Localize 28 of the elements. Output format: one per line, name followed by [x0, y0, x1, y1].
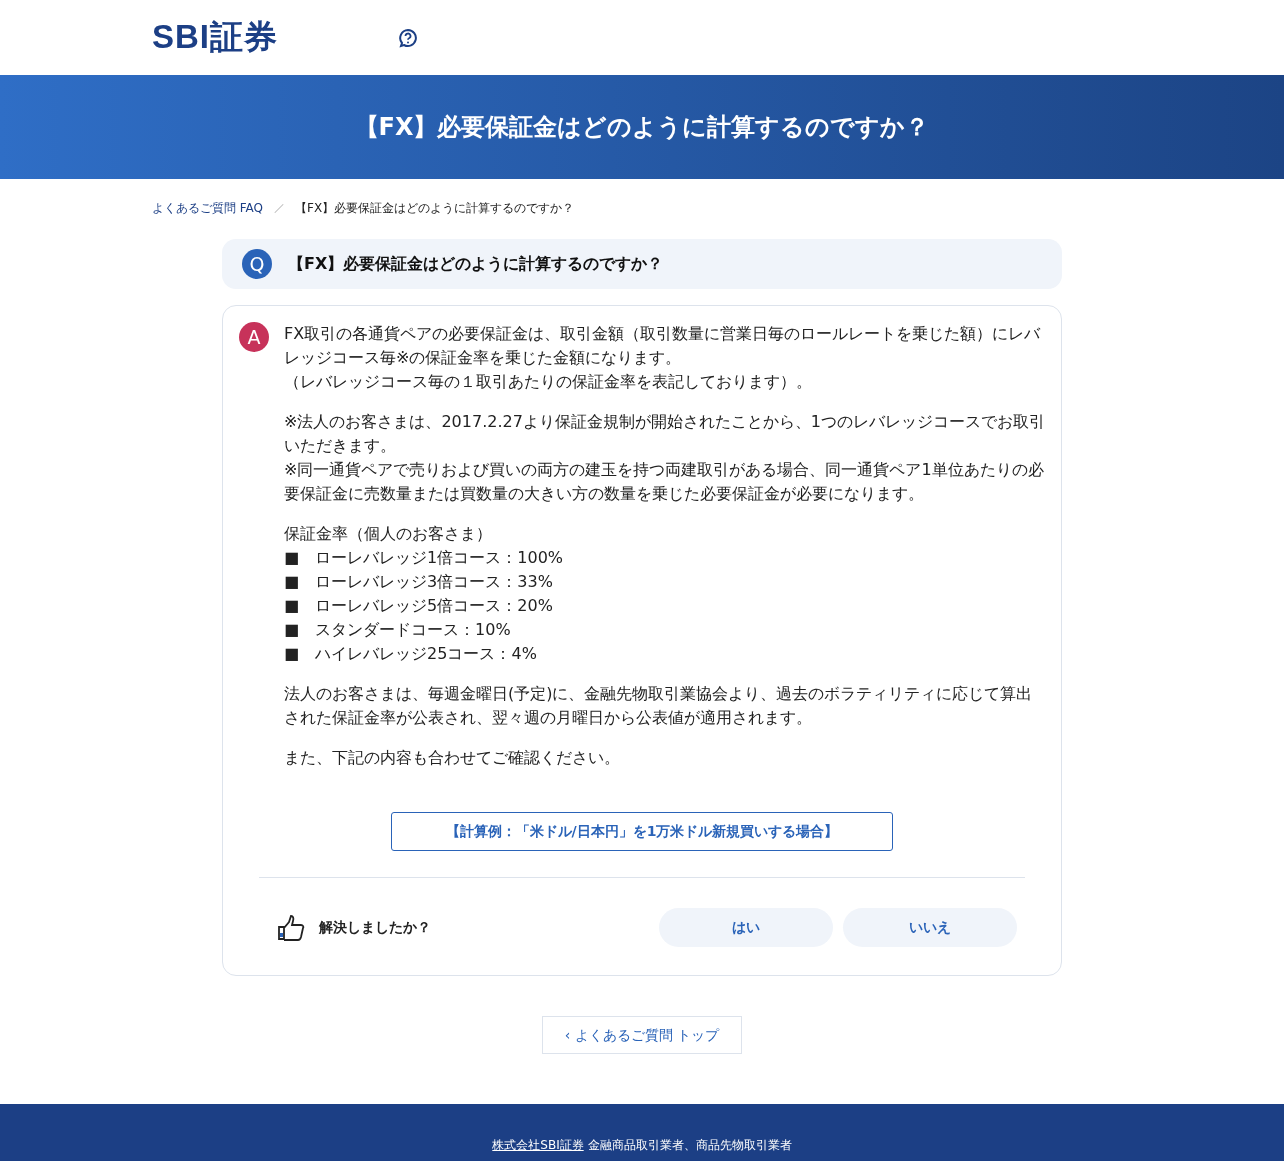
answer-text: ■ スタンダードコース：10% [284, 619, 512, 641]
back-to-faq-button[interactable]: ‹ よくあるご質問 トップ [542, 1016, 742, 1054]
answer-text: ※同一通貨ペアで売りおよび買いの両方の建玉を持つ両建取引がある場合、同一通貨ペア1単位あたりの必要保証金に売数量または買数量の大きい方の数量を乗じた必要保証金が必要になります。 [284, 459, 1045, 505]
page-title: 【FX】必要保証金はどのように計算するのですか？ [354, 112, 930, 143]
logo[interactable]: SBI証券 [152, 15, 278, 60]
feedback-button[interactable]: はい [659, 908, 833, 947]
answer-text: 保証金率（個人のお客さま） [284, 523, 493, 545]
answer-text: ■ ローレバレッジ5倍コース：20% [284, 595, 554, 617]
answer-text: FX取引の各通貨ペアの必要保証金は、取引金額（取引数量に営業日毎のロールレートを乗じた額）にレバレッジコース毎※の保証金率を乗じた金額になります。 [284, 323, 1042, 369]
answer-text: ■ ローレバレッジ3倍コース：33% [284, 571, 554, 593]
thumbs-up-icon [277, 914, 305, 941]
answer-text: また、下記の内容も合わせてご確認ください。 [284, 747, 621, 769]
help-icon[interactable] [398, 27, 418, 48]
example-link-button[interactable]: 【計算例：「米ドル/日本円」を1万米ドル新規買いする場合】 [391, 812, 893, 851]
question-mark: Q [242, 249, 272, 279]
feedback-button[interactable]: いいえ [843, 908, 1017, 947]
answer-text: （レバレッジコース毎の１取引あたりの保証金率を表記しております）。 [284, 371, 813, 393]
answer-text: 法人のお客さまは、毎週金曜日(予定)に、金融先物取引業協会より、過去のボラティリティに応じて算出された保証金率が公表され、翌々週の月曜日から公表値が適用されます。 [284, 683, 1034, 729]
question-text: 【FX】必要保証金はどのように計算するのですか？ [288, 253, 664, 275]
breadcrumb-link[interactable]: よくあるご質問 FAQ [152, 199, 264, 217]
feedback-prompt: 解決しましたか？ [319, 918, 432, 937]
footer-text: 金融商品取引業者、商品先物取引業者 [587, 1137, 792, 1154]
breadcrumb-current: 【FX】必要保証金はどのように計算するのですか？ [295, 199, 575, 217]
answer-text: ■ ハイレバレッジ25コース：4% [284, 643, 538, 665]
company-link[interactable]: 株式会社SBI証券 [492, 1137, 584, 1161]
answer-mark: A [239, 322, 269, 352]
answer-text: ■ ローレバレッジ1倍コース：100% [284, 547, 565, 569]
answer-text: ※法人のお客さまは、2017.2.27より保証金規制が開始されたことから、1つのレバレッジコースでお取引いただきます。 [284, 411, 1045, 457]
